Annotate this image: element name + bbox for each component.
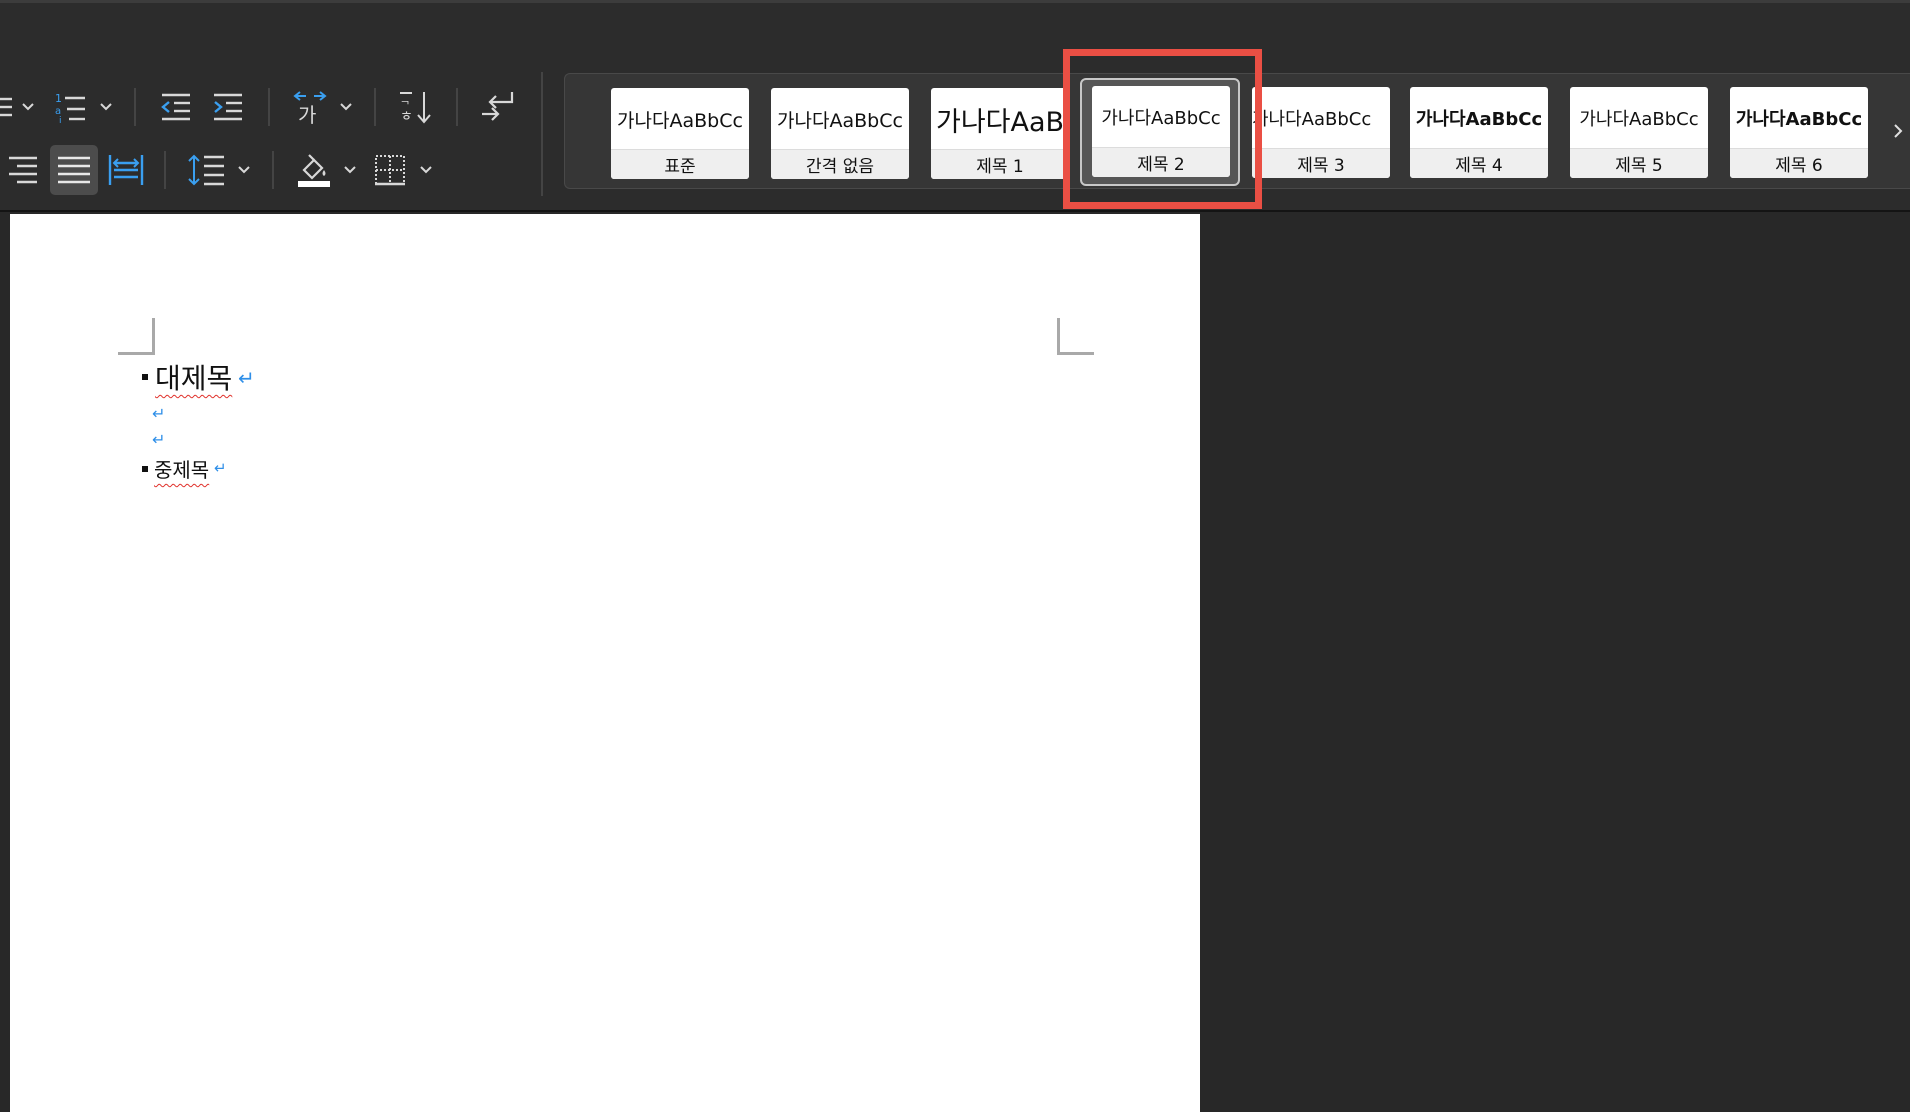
text-direction-dropdown[interactable] <box>338 82 354 132</box>
sort-icon: ᆨㅎ <box>400 92 431 125</box>
decrease-indent-button[interactable] <box>158 82 194 132</box>
margin-corner-right <box>1057 318 1094 355</box>
ribbon: 1ai 가 ᆨㅎ 가나다AaBbCc 표준 가나다AaBbCc 간격 없음 가나… <box>0 0 1910 212</box>
borders-button[interactable] <box>370 145 410 195</box>
increase-indent-button[interactable] <box>210 82 246 132</box>
show-hide-marks-icon <box>482 92 514 121</box>
style-heading-6[interactable]: 가나다AaBbCc 제목 6 <box>1730 87 1868 178</box>
style-heading-1[interactable]: 가나다AaB 제목 1 <box>931 88 1069 179</box>
distributed-button[interactable] <box>106 145 146 195</box>
style-preview: 가나다AaBbCc <box>1735 109 1863 130</box>
paragraph-mark: ↵ <box>152 430 166 449</box>
decrease-indent-icon <box>161 93 190 121</box>
style-heading-3[interactable]: 가나다AaBbCc 제목 3 <box>1252 87 1390 178</box>
heading-1-text[interactable]: 대제목 <box>155 362 232 396</box>
shading-dropdown[interactable] <box>342 145 358 195</box>
style-label: 제목 5 <box>1570 148 1708 178</box>
numbering-button[interactable]: 1ai <box>52 82 88 132</box>
document-page[interactable]: 대제목 ↵ ↵ ↵ 중제목 ↵ <box>10 214 1200 1112</box>
bullets-dropdown[interactable] <box>20 82 36 132</box>
show-formatting-marks-button[interactable] <box>478 82 518 132</box>
paragraph-mark: ↵ <box>152 404 166 423</box>
heading-2-text[interactable]: 중제목 <box>154 457 209 483</box>
justify-icon <box>58 156 90 184</box>
paint-bucket-icon <box>298 154 330 187</box>
increase-indent-icon <box>214 93 242 121</box>
line-spacing-icon <box>188 154 224 186</box>
numbering-dropdown[interactable] <box>98 82 114 132</box>
svg-text:1: 1 <box>55 92 62 105</box>
separator <box>456 88 458 126</box>
borders-dropdown[interactable] <box>418 145 434 195</box>
style-preview: 가나다AaBbCc <box>1252 109 1372 130</box>
style-heading-5[interactable]: 가나다AaBbCc 제목 5 <box>1570 87 1708 178</box>
style-label: 제목 4 <box>1410 148 1548 178</box>
ribbon-group-separator <box>541 72 543 196</box>
align-right-button[interactable] <box>0 145 40 195</box>
margin-corner-left <box>118 318 155 355</box>
separator <box>164 151 166 189</box>
style-heading-4[interactable]: 가나다AaBbCc 제목 4 <box>1410 87 1548 178</box>
borders-icon <box>375 155 405 186</box>
canvas-background <box>1200 214 1910 1112</box>
text-direction-button[interactable]: 가 <box>290 82 330 132</box>
style-preview: 가나다AaBbCc <box>777 109 903 132</box>
highlight-annotation <box>1063 49 1262 209</box>
chevron-down-icon <box>420 166 432 174</box>
style-no-spacing[interactable]: 가나다AaBbCc 간격 없음 <box>771 88 909 179</box>
style-label: 제목 3 <box>1252 148 1390 178</box>
chevron-down-icon <box>344 166 356 174</box>
svg-text:ㅎ: ㅎ <box>400 109 413 125</box>
style-preview: 가나다AaB <box>936 106 1065 138</box>
bullets-button[interactable] <box>0 82 14 132</box>
chevron-right-icon <box>1894 124 1903 138</box>
style-normal[interactable]: 가나다AaBbCc 표준 <box>611 88 749 179</box>
shading-button[interactable] <box>294 145 334 195</box>
separator <box>134 88 136 126</box>
window-edge <box>0 0 1910 3</box>
text-direction-icon: 가 <box>293 91 327 124</box>
bullet-list-icon <box>0 97 12 117</box>
chevron-down-icon <box>340 103 352 111</box>
style-label: 제목 1 <box>931 149 1069 179</box>
chevron-down-icon <box>100 103 112 111</box>
numbered-list-icon: 1ai <box>55 92 85 124</box>
chevron-down-icon <box>238 166 250 174</box>
chevron-down-icon <box>22 103 34 111</box>
align-right-icon <box>9 156 37 184</box>
paragraph-mark: ↵ <box>238 366 255 390</box>
paragraph-mark: ↵ <box>214 459 227 477</box>
style-label: 제목 6 <box>1730 148 1868 178</box>
line-spacing-button[interactable] <box>186 145 226 195</box>
bullet-marker <box>142 466 148 472</box>
style-preview: 가나다AaBbCc <box>1579 109 1699 130</box>
style-preview: 가나다AaBbCc <box>1415 109 1543 130</box>
gallery-next-button[interactable] <box>1888 116 1908 146</box>
svg-text:ᆨ: ᆨ <box>400 93 410 106</box>
svg-text:i: i <box>59 116 62 124</box>
style-label: 간격 없음 <box>771 149 909 179</box>
line-spacing-dropdown[interactable] <box>236 145 252 195</box>
style-label: 표준 <box>611 149 749 179</box>
bullet-marker <box>142 374 148 380</box>
distributed-icon <box>108 155 144 185</box>
svg-text:가: 가 <box>298 103 316 124</box>
justify-button[interactable] <box>50 145 98 195</box>
separator <box>268 88 270 126</box>
separator <box>374 88 376 126</box>
separator <box>272 151 274 189</box>
style-preview: 가나다AaBbCc <box>617 109 743 132</box>
sort-button[interactable]: ᆨㅎ <box>396 82 436 132</box>
